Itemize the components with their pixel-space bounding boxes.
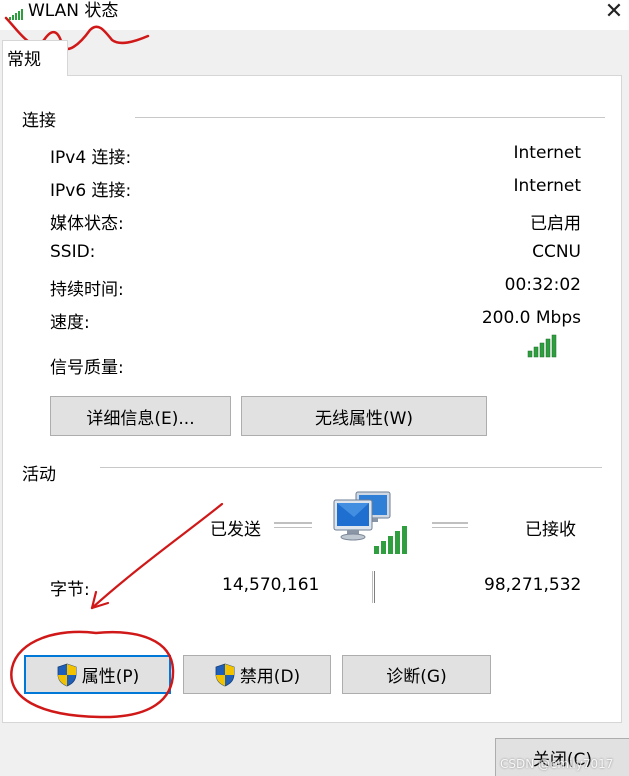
- ssid-label: SSID:: [50, 242, 96, 262]
- network-computers-icon: [333, 491, 407, 554]
- diagnose-button[interactable]: 诊断(G): [342, 655, 491, 694]
- wireless-properties-button[interactable]: 无线属性(W): [241, 396, 487, 436]
- signal-strength-icon: [527, 334, 557, 358]
- activity-group-label: 活动: [22, 465, 56, 485]
- watermark: CSDN @emily7017: [500, 757, 614, 771]
- activity-divider: [372, 571, 375, 603]
- received-label: 已接收: [525, 520, 576, 540]
- ipv6-label: IPv6 连接:: [50, 181, 132, 201]
- connection-group-label: 连接: [22, 111, 56, 131]
- sent-activity-line: [274, 522, 312, 528]
- duration-value: 00:32:02: [504, 275, 581, 295]
- tab-general[interactable]: 常规: [2, 40, 68, 76]
- properties-button[interactable]: 属性(P): [24, 655, 171, 694]
- properties-button-label: 属性(P): [81, 667, 140, 687]
- details-button[interactable]: 详细信息(E)...: [50, 396, 231, 436]
- ipv4-value: Internet: [513, 143, 581, 163]
- title-bar: WLAN 状态 ✕: [0, 0, 629, 30]
- connection-group-line: [135, 117, 605, 118]
- uac-shield-icon: [215, 663, 235, 686]
- window-title: WLAN 状态: [28, 1, 119, 21]
- duration-label: 持续时间:: [50, 280, 124, 300]
- bytes-sent-value: 14,570,161: [222, 575, 320, 595]
- speed-label: 速度:: [50, 313, 90, 333]
- speed-value: 200.0 Mbps: [481, 308, 581, 328]
- sent-label: 已发送: [210, 520, 261, 540]
- ssid-value: CCNU: [532, 242, 581, 262]
- media-state-label: 媒体状态:: [50, 214, 124, 234]
- bytes-received-value: 98,271,532: [484, 575, 582, 595]
- bytes-label: 字节:: [50, 580, 90, 600]
- uac-shield-icon: [57, 663, 77, 686]
- disable-button-label: 禁用(D): [239, 667, 301, 687]
- ipv6-value: Internet: [513, 176, 581, 196]
- ipv4-label: IPv4 连接:: [50, 148, 132, 168]
- received-activity-line: [432, 522, 468, 528]
- activity-group-line: [100, 467, 602, 468]
- disable-button[interactable]: 禁用(D): [183, 655, 331, 694]
- signal-quality-label: 信号质量:: [50, 358, 124, 378]
- close-icon[interactable]: ✕: [600, 0, 628, 26]
- media-state-value: 已启用: [530, 214, 581, 234]
- wifi-signal-icon: [9, 9, 23, 20]
